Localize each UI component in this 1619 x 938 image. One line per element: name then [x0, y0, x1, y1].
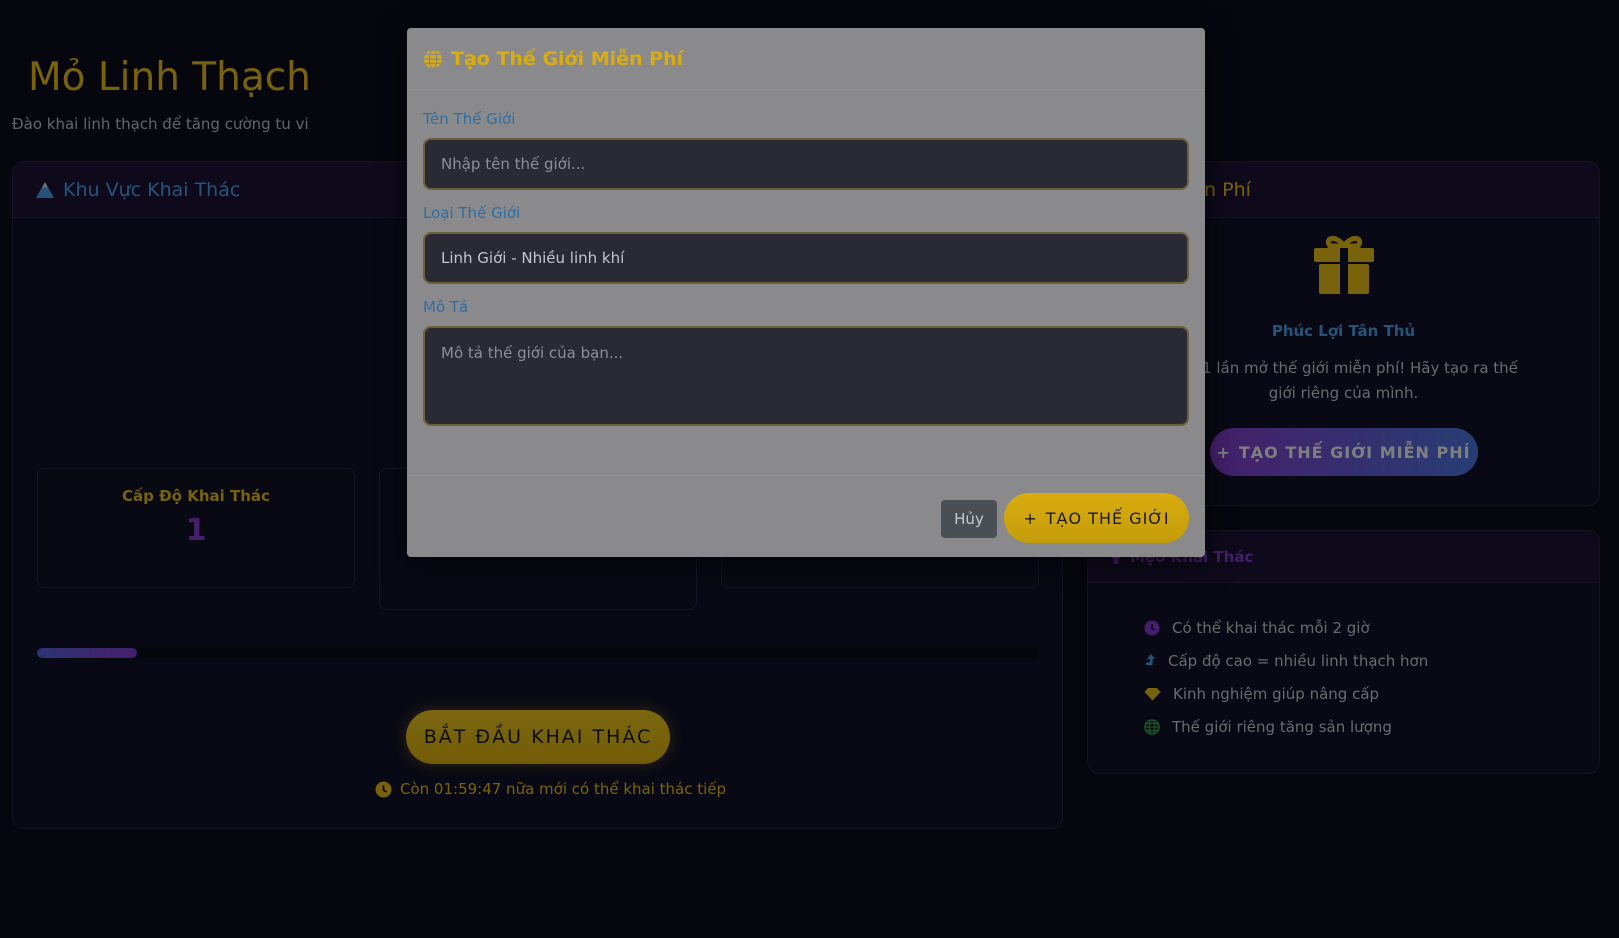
- world-description-label: Mô Tả: [423, 298, 469, 316]
- world-name-label: Tên Thế Giới: [423, 110, 516, 128]
- create-world-label: TẠO THẾ GIỚI: [1045, 508, 1170, 528]
- modal-title: Tạo Thế Giới Miễn Phí: [451, 47, 684, 70]
- globe-icon: [424, 48, 442, 69]
- world-type-value: Linh Giới - Nhiều linh khí: [441, 249, 625, 267]
- modal-footer: Hủy + TẠO THẾ GIỚI: [407, 475, 1205, 557]
- cancel-button[interactable]: Hủy: [941, 500, 997, 538]
- create-world-button[interactable]: + TẠO THẾ GIỚI: [1004, 493, 1189, 543]
- world-name-placeholder: Nhập tên thế giới...: [441, 155, 586, 173]
- create-world-modal: Tạo Thế Giới Miễn Phí Tên Thế Giới Nhập …: [407, 28, 1205, 557]
- world-name-input[interactable]: Nhập tên thế giới...: [423, 138, 1189, 190]
- world-type-label: Loại Thế Giới: [423, 204, 521, 222]
- world-type-select[interactable]: Linh Giới - Nhiều linh khí: [423, 232, 1189, 284]
- world-description-placeholder: Mô tả thế giới của bạn...: [441, 344, 624, 362]
- plus-icon: +: [1023, 508, 1038, 528]
- world-description-textarea[interactable]: Mô tả thế giới của bạn...: [423, 326, 1189, 426]
- modal-header: Tạo Thế Giới Miễn Phí: [407, 28, 1205, 90]
